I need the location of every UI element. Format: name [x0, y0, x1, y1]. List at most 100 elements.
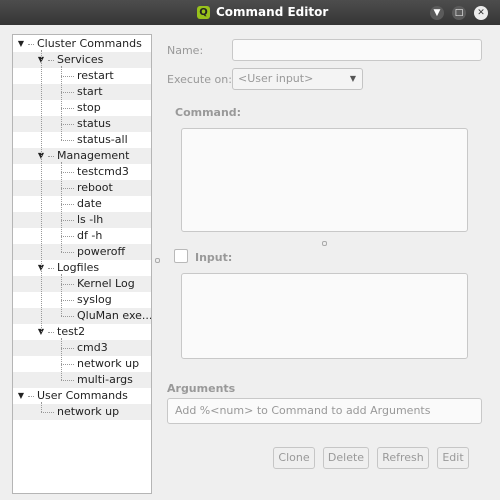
tree-connector [61, 76, 74, 78]
execute-on-label: Execute on: [167, 73, 232, 86]
tree-item[interactable]: testcmd3 [13, 164, 151, 180]
tree-item-label: network up [77, 357, 140, 370]
tree-item[interactable]: date [13, 196, 151, 212]
tree-item[interactable]: syslog [13, 292, 151, 308]
tree-connector [28, 396, 34, 398]
input-checkbox[interactable] [174, 249, 188, 263]
chevron-down-icon[interactable]: ▼ [16, 388, 26, 404]
tree-group[interactable]: ▼ Logfiles [13, 260, 151, 276]
tree-item-label: Logfiles [57, 261, 100, 274]
tree-group[interactable]: ▼ Management [13, 148, 151, 164]
tree-item[interactable]: status-all [13, 132, 151, 148]
tree-connector [61, 316, 74, 318]
tree-item-label: status [77, 117, 111, 130]
tree-connector [61, 66, 62, 140]
tree-connector [61, 188, 74, 190]
title-bar: Q Command Editor ▼ □ ✕ [0, 0, 500, 25]
input-textarea[interactable] [181, 273, 468, 359]
tree-connector [61, 92, 74, 94]
tree-connector [48, 60, 54, 62]
splitter-handle[interactable] [322, 241, 327, 246]
execute-on-value: <User input> [238, 72, 314, 85]
tree-item-label: date [77, 197, 102, 210]
tree-connector [61, 236, 74, 238]
edit-button[interactable]: Edit [437, 447, 469, 469]
name-input[interactable] [232, 39, 482, 61]
tree-item[interactable]: multi-args [13, 372, 151, 388]
tree-item-label: cmd3 [77, 341, 108, 354]
clone-button[interactable]: Clone [273, 447, 315, 469]
chevron-down-icon[interactable]: ▼ [16, 36, 26, 52]
tree-connector [61, 252, 74, 254]
tree-connector [48, 332, 54, 334]
tree-group[interactable]: ▼ test2 [13, 324, 151, 340]
tree-item-label: Services [57, 53, 104, 66]
tree-connector [61, 220, 74, 222]
tree-connector [61, 108, 74, 110]
tree-item[interactable]: poweroff [13, 244, 151, 260]
tree-connector [61, 364, 74, 366]
arguments-field[interactable]: Add %<num> to Command to add Arguments [167, 398, 482, 424]
name-label: Name: [167, 44, 204, 57]
tree-connector [61, 172, 74, 174]
tree-connector [41, 412, 54, 414]
tree-item[interactable]: ls -lh [13, 212, 151, 228]
tree-group[interactable]: network up [13, 404, 151, 420]
tree-item-label: Management [57, 149, 130, 162]
tree-group[interactable]: ▼ User Commands [13, 388, 151, 404]
tree-group[interactable]: ▼ Services [13, 52, 151, 68]
tree-item-label: multi-args [77, 373, 133, 386]
chevron-down-icon: ▼ [349, 74, 356, 83]
tree-item-label: Kernel Log [77, 277, 135, 290]
refresh-button[interactable]: Refresh [377, 447, 429, 469]
tree-item-label: Cluster Commands [37, 37, 142, 50]
delete-button[interactable]: Delete [323, 447, 369, 469]
tree-item[interactable]: cmd3 [13, 340, 151, 356]
tree-connector [61, 348, 74, 350]
panel-splitter-handle[interactable] [155, 258, 160, 263]
tree-item-label: status-all [77, 133, 128, 146]
command-tree[interactable]: ▼ Cluster Commands ▼ Services restart start st… [12, 34, 152, 494]
tree-item-label: df -h [77, 229, 103, 242]
tree-item-label: poweroff [77, 245, 126, 258]
tree-item-label: ls -lh [77, 213, 104, 226]
tree-connector [61, 284, 74, 286]
tree-connector [48, 156, 54, 158]
tree-connector [61, 204, 74, 206]
tree-connector [41, 402, 42, 412]
tree-connector [61, 274, 62, 316]
tree-item-label: network up [57, 405, 120, 418]
tree-connector [61, 140, 74, 142]
window-title: Command Editor [216, 5, 329, 19]
tree-item[interactable]: reboot [13, 180, 151, 196]
tree-item[interactable]: start [13, 84, 151, 100]
tree-item[interactable]: network up [13, 356, 151, 372]
tree-connector [28, 44, 34, 46]
tree-item-label: QluMan exe... [77, 309, 152, 322]
tree-connector [61, 162, 62, 252]
tree-item-label: stop [77, 101, 101, 114]
tree-connector [48, 268, 54, 270]
tree-item[interactable]: Kernel Log [13, 276, 151, 292]
tree-item-label: restart [77, 69, 114, 82]
tree-connector [61, 124, 74, 126]
tree-item[interactable]: df -h [13, 228, 151, 244]
tree-connector [61, 380, 74, 382]
tree-item[interactable]: status [13, 116, 151, 132]
maximize-icon[interactable]: □ [452, 6, 466, 20]
tree-item-label: reboot [77, 181, 113, 194]
tree-item[interactable]: stop [13, 100, 151, 116]
tree-group[interactable]: ▼ Cluster Commands [13, 36, 151, 52]
tree-item[interactable]: QluMan exe... [13, 308, 151, 324]
command-textarea[interactable] [181, 128, 468, 232]
input-section-title: Input: [195, 251, 233, 264]
tree-item[interactable]: restart [13, 68, 151, 84]
app-logo-icon: Q [197, 6, 210, 19]
execute-on-select[interactable]: <User input> ▼ [232, 68, 363, 90]
tree-item-label: syslog [77, 293, 112, 306]
close-icon[interactable]: ✕ [474, 6, 488, 20]
tree-connector [61, 338, 62, 380]
tree-item-label: User Commands [37, 389, 128, 402]
tree-connector [61, 300, 74, 302]
minimize-icon[interactable]: ▼ [430, 6, 444, 20]
